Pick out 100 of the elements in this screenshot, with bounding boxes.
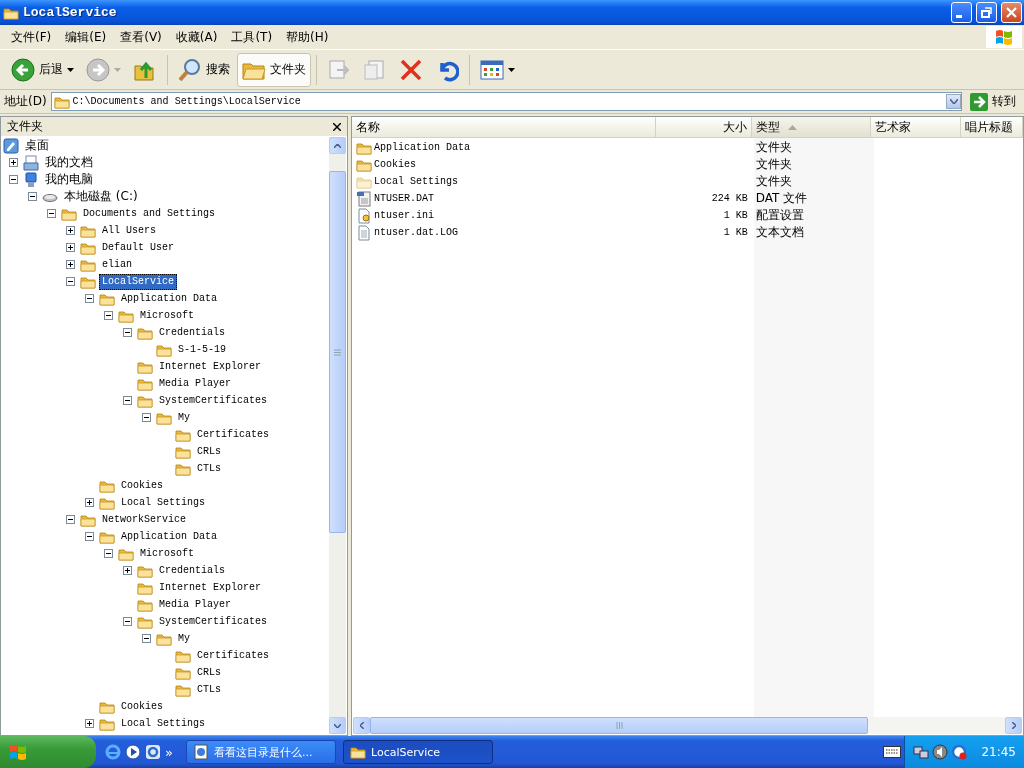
expand-icon[interactable] [85, 719, 94, 728]
tree-item[interactable]: CRLs [194, 664, 224, 681]
grip-icon [615, 722, 623, 729]
menu-item[interactable]: 工具(T) [224, 28, 280, 46]
collapse-icon[interactable] [123, 328, 132, 337]
menu-item[interactable]: 编辑(E) [58, 28, 114, 46]
collapse-icon[interactable] [123, 396, 132, 405]
expand-icon[interactable] [66, 260, 75, 269]
tree-item[interactable]: Media Player [156, 596, 234, 613]
collapse-icon[interactable] [142, 634, 151, 643]
collapse-icon[interactable] [104, 549, 113, 558]
column-header[interactable]: 类型 [751, 117, 872, 137]
taskbar-button[interactable]: 看看这目录是什么... [185, 740, 336, 764]
media-player-icon[interactable] [125, 744, 141, 760]
collapse-icon[interactable] [9, 175, 18, 184]
tree-item[interactable]: Application Data [118, 290, 220, 307]
folders-button[interactable]: 文件夹 [237, 52, 311, 87]
file-name[interactable]: Local Settings [374, 176, 458, 187]
tree-item[interactable]: SystemCertificates [156, 613, 271, 630]
menu-item[interactable]: 帮助(H) [279, 28, 336, 46]
tree-item[interactable]: Certificates [194, 647, 272, 664]
collapse-icon[interactable] [85, 532, 94, 541]
start-button[interactable] [0, 736, 96, 768]
scroll-left-icon[interactable] [359, 722, 364, 729]
browser-icon[interactable] [145, 744, 161, 760]
menu-item[interactable]: 收藏(A) [168, 28, 225, 46]
network-icon[interactable] [913, 744, 929, 760]
tree-item[interactable]: Microsoft [137, 545, 197, 562]
tree-item[interactable]: Documents and Settings [80, 205, 219, 222]
tree-item[interactable]: Local Settings [118, 715, 208, 732]
collapse-icon[interactable] [123, 617, 132, 626]
collapse-icon[interactable] [104, 311, 113, 320]
taskbar-button[interactable]: LocalService [342, 740, 493, 764]
scroll-right-icon[interactable] [1011, 722, 1016, 729]
tree-item[interactable]: Cookies [118, 698, 166, 715]
restore-button[interactable] [976, 2, 997, 23]
minimize-button[interactable] [951, 2, 972, 23]
tree-item[interactable]: SystemCertificates [156, 392, 271, 409]
tree-item[interactable]: S-1-5-19 [175, 341, 229, 358]
tree-item[interactable]: Internet Explorer [156, 579, 265, 596]
collapse-icon[interactable] [66, 277, 75, 286]
collapse-icon[interactable] [47, 209, 56, 218]
file-type: 文本文档 [755, 224, 804, 241]
collapse-icon[interactable] [28, 192, 37, 201]
tree-item[interactable]: Credentials [156, 324, 228, 341]
file-name[interactable]: Application Data [374, 142, 470, 153]
menu-item[interactable]: 文件(F) [4, 28, 59, 46]
tree-item[interactable]: NetworkService [99, 511, 189, 528]
file-name[interactable]: NTUSER.DAT [374, 193, 434, 204]
file-size: 1 KB [723, 227, 748, 238]
file-name[interactable]: ntuser.dat.LOG [374, 227, 458, 238]
expand-icon[interactable] [9, 158, 18, 167]
scroll-up-icon[interactable] [334, 143, 341, 148]
collapse-icon[interactable] [142, 413, 151, 422]
browser-icon[interactable] [951, 744, 967, 760]
tree-item[interactable]: CTLs [194, 681, 224, 698]
tree-item[interactable]: Certificates [194, 426, 272, 443]
tree-item[interactable]: My [175, 409, 193, 426]
address-field[interactable]: C:\Documents and Settings\LocalService [50, 92, 962, 111]
more-button[interactable]: » [165, 744, 173, 760]
collapse-icon[interactable] [85, 294, 94, 303]
file-size: 224 KB [711, 193, 748, 204]
file-name[interactable]: ntuser.ini [374, 210, 434, 221]
column-header[interactable]: 唱片标题 [961, 117, 1023, 137]
tree-item[interactable]: LocalService [99, 273, 177, 290]
expand-icon[interactable] [123, 566, 132, 575]
search-button[interactable]: 搜索 [173, 52, 235, 87]
keyboard-icon[interactable] [883, 746, 901, 758]
tree-item[interactable]: Internet Explorer [156, 358, 265, 375]
file-type: 文件夹 [755, 156, 792, 173]
tree-item[interactable]: CRLs [194, 443, 224, 460]
menu-item[interactable]: 查看(V) [113, 28, 169, 46]
go-button[interactable]: 转到 [966, 92, 1020, 111]
tree-item[interactable]: Credentials [156, 562, 228, 579]
close-icon[interactable] [333, 122, 341, 131]
close-button[interactable] [1001, 2, 1022, 23]
tree-item[interactable]: Media Player [156, 375, 234, 392]
tree-item[interactable]: Default User [99, 239, 177, 256]
tree-item[interactable]: All Users [99, 222, 159, 239]
collapse-icon[interactable] [66, 515, 75, 524]
tree-item[interactable]: Cookies [118, 477, 166, 494]
tree-item[interactable]: My [175, 630, 193, 647]
caret-icon [508, 67, 515, 72]
scroll-down-icon[interactable] [334, 723, 341, 728]
file-name[interactable]: Cookies [374, 159, 416, 170]
back-button[interactable]: 后退 [6, 52, 79, 87]
expand-icon[interactable] [85, 498, 94, 507]
tree-item[interactable]: Microsoft [137, 307, 197, 324]
column-header[interactable]: 大小 [656, 117, 752, 137]
column-header[interactable]: 艺术家 [871, 117, 962, 137]
tree-item[interactable]: elian [99, 256, 135, 273]
tree-item[interactable]: CTLs [194, 460, 224, 477]
horizontal-scrollbar[interactable] [353, 717, 1022, 734]
vertical-scrollbar[interactable] [329, 137, 346, 734]
speaker-icon[interactable] [932, 744, 948, 760]
column-header[interactable]: 名称 [352, 117, 657, 137]
tree-item[interactable]: Application Data [118, 528, 220, 545]
tree-item[interactable]: Local Settings [118, 494, 208, 511]
expand-icon[interactable] [66, 226, 75, 235]
expand-icon[interactable] [66, 243, 75, 252]
